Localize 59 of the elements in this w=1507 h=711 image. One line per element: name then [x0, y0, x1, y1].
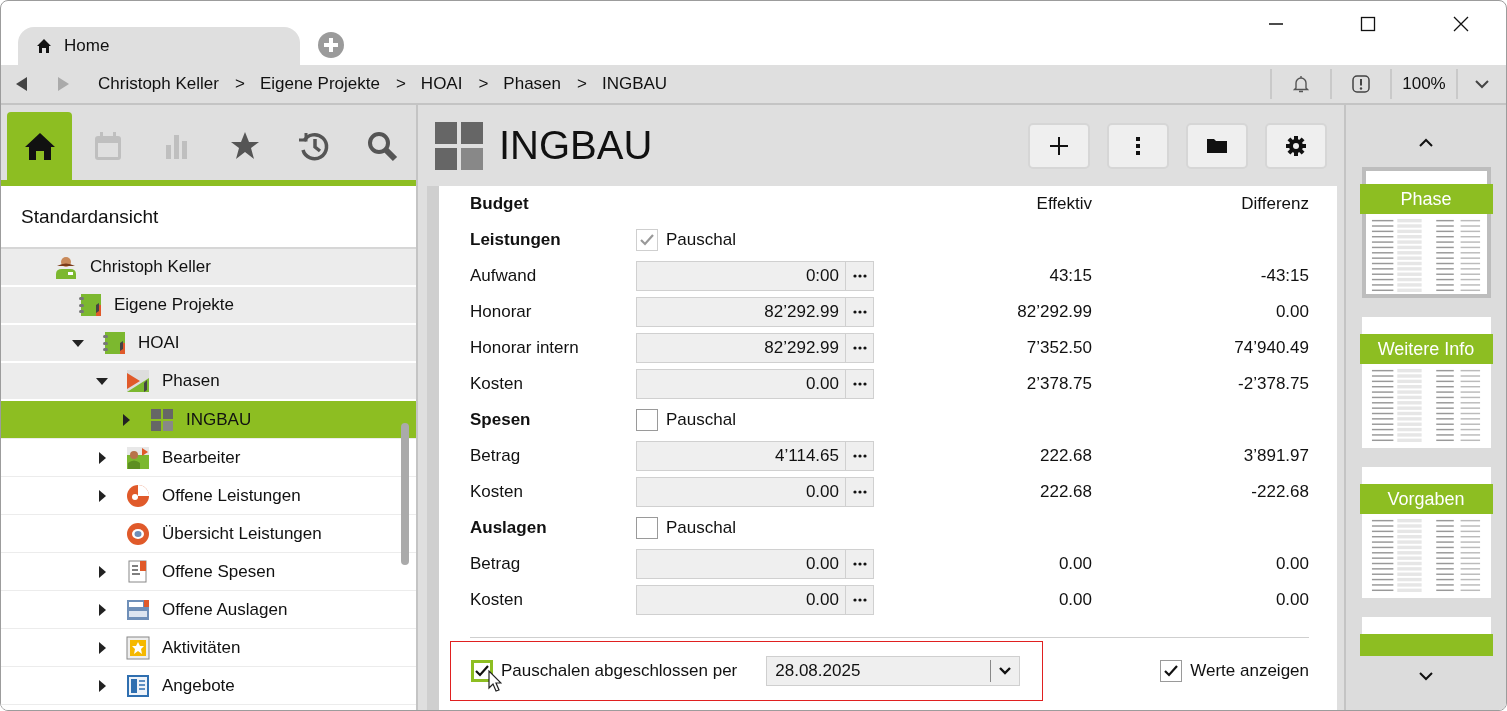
page-title: INGBAU — [499, 123, 653, 168]
breadcrumb-link[interactable]: Phasen — [503, 74, 562, 94]
group-title: Leistungen — [470, 230, 562, 250]
checkbox-label: Pauschal — [666, 230, 736, 250]
tree-item[interactable]: Christoph Keller — [1, 249, 416, 287]
column-header: Differenz — [1240, 194, 1309, 214]
table-cell-text: -2’378.75 — [1237, 374, 1309, 394]
breadcrumb-link[interactable]: INGBAU — [601, 74, 668, 94]
table-cell-text: 0.00 — [1057, 590, 1092, 610]
table-cell-text: -43:15 — [1259, 266, 1309, 286]
tree-item[interactable]: Angebote — [1, 667, 416, 705]
table-cell-text: 7’352.50 — [1025, 338, 1092, 358]
column-header: Budget — [470, 194, 530, 214]
table-cell-text: 0.00 — [1274, 302, 1309, 322]
tree-item[interactable]: Offene Auslagen — [1, 591, 416, 629]
breadcrumb-separator: > — [234, 74, 245, 94]
thumbnail-banner: Phase — [1359, 184, 1493, 214]
row-label: Honorar intern — [470, 338, 580, 358]
zoom-level[interactable]: 100% — [1402, 74, 1446, 94]
table-cell-text: 82’292.99 — [1016, 302, 1092, 322]
table-cell-text: 222.68 — [1039, 482, 1092, 502]
breadcrumb-link[interactable]: Eigene Projekte — [259, 74, 380, 94]
table-cell-text: 2’378.75 — [1025, 374, 1092, 394]
home-tab[interactable]: Home — [18, 27, 300, 65]
row-label: Kosten — [470, 374, 524, 394]
row-label: Aufwand — [470, 266, 538, 286]
breadcrumb-link[interactable]: Christoph Keller — [98, 74, 219, 94]
column-header: Effektiv — [1035, 194, 1092, 214]
tree-item[interactable]: Phasen — [1, 363, 416, 401]
checkbox-label: Werte anzeigen — [1190, 661, 1309, 681]
table-cell-text: 3’891.97 — [1242, 446, 1309, 466]
table-cell-text: 222.68 — [1039, 446, 1092, 466]
table-cell-text: 0.00 — [1274, 554, 1309, 574]
breadcrumb-separator: > — [395, 74, 406, 94]
checkbox-label: Pauschal — [666, 410, 736, 430]
row-label: Kosten — [470, 590, 524, 610]
group-title: Spesen — [470, 410, 532, 430]
thumbnail-banner: Weitere Info — [1359, 334, 1493, 364]
row-label: Kosten — [470, 482, 524, 502]
breadcrumb-separator: > — [577, 74, 587, 94]
tree-item[interactable]: Eigene Projekte — [1, 287, 416, 325]
row-label: Honorar — [470, 302, 533, 322]
breadcrumb-link[interactable]: HOAI — [420, 74, 463, 94]
row-label: Betrag — [470, 446, 522, 466]
thumbnail-banner: Vorgaben — [1359, 484, 1493, 514]
table-cell-text: -222.68 — [1250, 482, 1309, 502]
date-dropdown[interactable]: 28.08.2025 — [766, 656, 1021, 686]
checkbox-label: Pauschalen abgeschlossen per — [501, 661, 738, 681]
table-cell-text: 0.00 — [1057, 554, 1092, 574]
breadcrumb-separator: > — [478, 74, 489, 94]
row-label: Betrag — [470, 554, 522, 574]
group-title: Auslagen — [470, 518, 548, 538]
tree-item[interactable]: Aktivitäten — [1, 629, 416, 667]
table-cell-text: 0.00 — [1274, 590, 1309, 610]
tree-item[interactable]: INGBAU — [1, 401, 416, 439]
tree-item[interactable]: HOAI — [1, 325, 416, 363]
table-cell-text: 74’940.49 — [1233, 338, 1309, 358]
table-cell-text: 43:15 — [1048, 266, 1092, 286]
checkbox-label: Pauschal — [666, 518, 736, 538]
